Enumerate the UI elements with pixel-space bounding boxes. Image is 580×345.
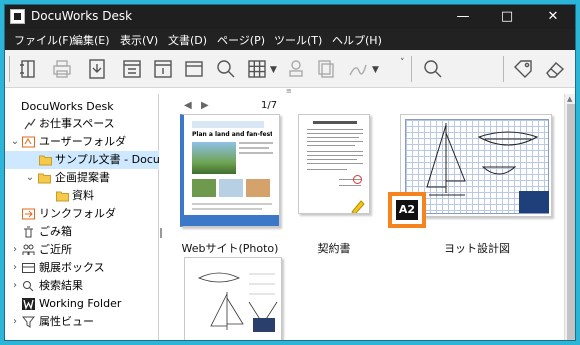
menu-view[interactable]: 表示(V) (120, 32, 158, 48)
yacht-drawing (198, 272, 278, 332)
search-icon[interactable] (214, 57, 238, 81)
tree-item-neighborhood[interactable]: › ご近所 (5, 241, 159, 259)
toolbar: ▼ ▼ ˅ (5, 50, 575, 88)
grid-icon[interactable] (245, 57, 269, 81)
maximize-button[interactable]: □ (485, 5, 529, 29)
menu-bar: ファイル(F) 編集(E) 表示(V) 文書(D) ページ(P) ツール(T) … (5, 29, 575, 50)
menu-document[interactable]: 文書(D) (168, 32, 207, 48)
document-yacht-drawing[interactable] (184, 257, 282, 340)
mailbox-icon (22, 263, 35, 273)
expand-chevron-icon[interactable]: › (10, 241, 20, 259)
menu-help[interactable]: ヘルプ(H) (332, 32, 382, 48)
tree-item-working-folder[interactable]: Working Folder (5, 295, 159, 313)
link-folder-icon (22, 208, 35, 220)
filter-icon (22, 316, 35, 328)
tree-item-user-folder[interactable]: ⌄ ユーザーフォルダ (5, 133, 159, 151)
info-icon[interactable] (151, 57, 175, 81)
close-button[interactable]: ✕ (531, 5, 575, 29)
stamp-icon[interactable] (284, 57, 308, 81)
download-icon[interactable] (85, 57, 109, 81)
splitter-grip[interactable] (160, 228, 162, 238)
collapse-chevron-icon[interactable]: ⌄ (25, 169, 35, 187)
title-bar: DocuWorks Desk — □ ✕ (5, 5, 575, 29)
sign-dropdown-icon[interactable]: ▼ (372, 65, 379, 75)
tree-item-attribute-view[interactable]: › 属性ビュー (5, 313, 159, 331)
search-icon (23, 281, 34, 292)
tree-item-link-folder[interactable]: リンクフォルダ (5, 205, 159, 223)
eraser-icon[interactable] (543, 57, 567, 81)
search-icon[interactable] (421, 57, 445, 81)
document-yacht-blueprint[interactable]: ヨット設計図 A2 (388, 114, 552, 255)
document-label: 契約書 (317, 242, 351, 255)
prev-page-icon[interactable]: ◀ (184, 100, 192, 111)
working-folder-icon (22, 298, 35, 310)
people-icon (22, 244, 35, 255)
scroll-thumb[interactable] (567, 104, 575, 340)
document-tray: ◀ ▶ 1/7 Plan a land and fan-fest! Webサイト… (164, 94, 564, 340)
menu-tools[interactable]: ツール(T) (274, 32, 322, 48)
menu-file[interactable]: ファイル(F) (14, 32, 73, 48)
toolbar-separator (503, 56, 504, 82)
workspace-icon (24, 118, 36, 130)
pen-icon (351, 200, 365, 213)
docuworks-app-icon (10, 9, 25, 24)
document-website[interactable]: Plan a land and fan-fest! Webサイト(Photo) (180, 114, 280, 255)
folder-icon (38, 173, 51, 184)
tree-item-sample-docs[interactable]: サンプル文書 - DocuWo (5, 151, 159, 169)
tree-item-confidential-box[interactable]: › 親展ボックス (5, 259, 159, 277)
sign-icon[interactable] (346, 57, 370, 81)
scroll-up-icon[interactable]: ▲ (567, 95, 572, 103)
tree-item-trash[interactable]: ごみ箱 (5, 223, 159, 241)
page-indicator: 1/7 (261, 100, 278, 111)
expand-chevron-icon[interactable]: › (10, 259, 20, 277)
window-title: DocuWorks Desk (31, 9, 133, 23)
paper-size-label: A2 (396, 200, 418, 220)
tree-item-proposal[interactable]: ⌄ 企画提案書 (5, 169, 159, 187)
collapse-chevron-icon[interactable]: ⌄ (10, 133, 20, 151)
vertical-scrollbar[interactable]: ▲ (564, 94, 575, 340)
folder-icon (39, 155, 52, 166)
expand-chevron-icon[interactable]: › (10, 277, 20, 295)
user-folder-icon (22, 136, 35, 148)
grid-dropdown-icon[interactable]: ▼ (270, 65, 277, 75)
viewer-icon[interactable] (120, 57, 144, 81)
scan-icon[interactable] (17, 57, 41, 81)
tree-root[interactable]: DocuWorks Desk (5, 98, 159, 116)
toolbar-overflow-icon[interactable]: ˅ (400, 58, 405, 68)
document-thumbnail: Plan a land and fan-fest! (180, 114, 280, 227)
tree-item-materials[interactable]: 資料 (5, 187, 159, 205)
document-label: ヨット設計図 (444, 242, 510, 255)
expand-chevron-icon[interactable]: › (10, 313, 20, 331)
trash-icon (24, 226, 33, 238)
toolbar-separator (411, 56, 412, 82)
photo-thumbnail (192, 142, 236, 174)
next-page-icon[interactable]: ▶ (201, 100, 209, 111)
web-page-title: Plan a land and fan-fest! (192, 131, 272, 138)
hull-drawing (477, 131, 539, 146)
tree-item-search-results[interactable]: › 検索結果 (5, 277, 159, 295)
folder-tree: DocuWorks Desk お仕事スペース ⌄ ユーザーフォルダ サンプル文書… (5, 94, 159, 340)
photo-thumbnail (519, 191, 549, 213)
print-icon[interactable] (50, 57, 74, 81)
document-thumbnail (298, 114, 370, 214)
window-icon[interactable] (182, 57, 206, 81)
menu-edit[interactable]: 編集(E) (72, 32, 110, 48)
menu-page[interactable]: ページ(P) (217, 32, 265, 48)
tree-item-workspace[interactable]: お仕事スペース (5, 115, 159, 133)
document-thumbnail (184, 257, 282, 340)
paper-size-badge: A2 (388, 192, 426, 228)
sail-drawing (426, 123, 466, 196)
document-contract[interactable]: 契約書 (298, 114, 370, 255)
tag-icon[interactable] (511, 57, 535, 81)
seal-stamp (353, 175, 362, 184)
copy-icon[interactable] (315, 57, 339, 81)
app-window: DocuWorks Desk — □ ✕ ファイル(F) 編集(E) 表示(V)… (4, 4, 576, 341)
minimize-button[interactable]: — (441, 5, 485, 29)
toolbar-grip (9, 56, 10, 82)
folder-icon (56, 191, 69, 202)
